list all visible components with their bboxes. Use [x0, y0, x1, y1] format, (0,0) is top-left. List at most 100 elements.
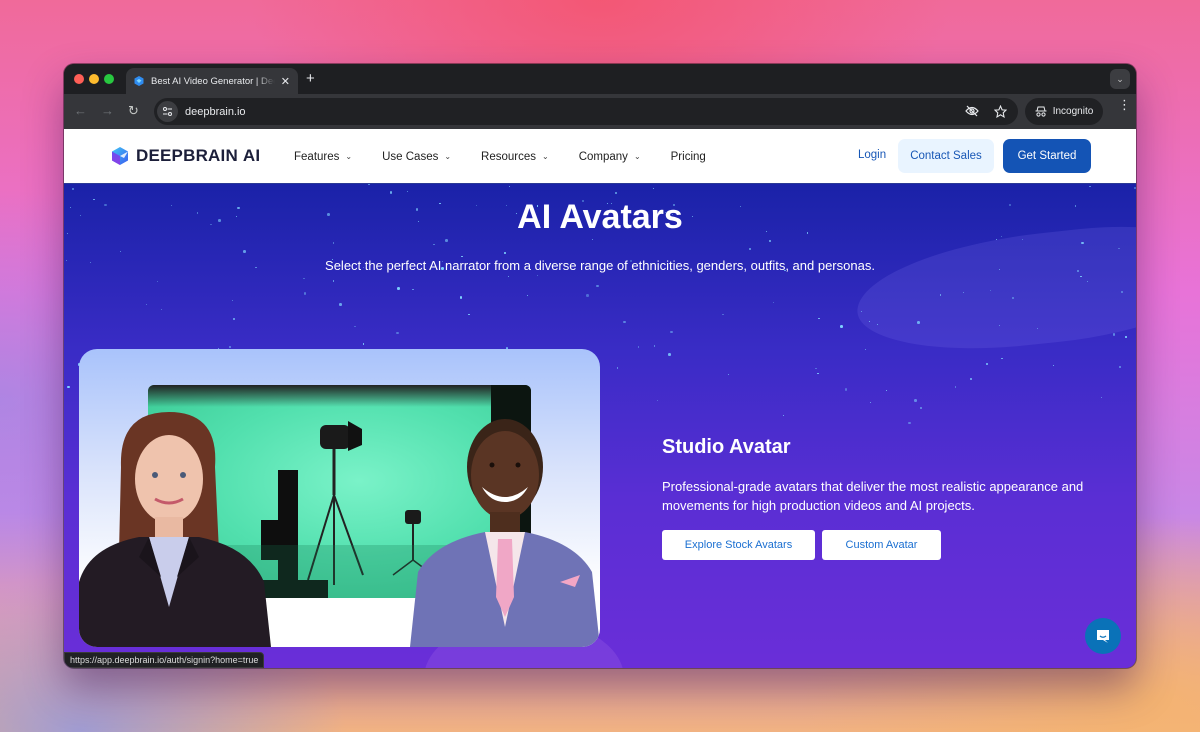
star-dot: [815, 367, 817, 370]
new-tab-button[interactable]: +: [306, 70, 315, 87]
chat-support-button[interactable]: [1085, 618, 1121, 654]
incognito-indicator[interactable]: Incognito: [1025, 98, 1103, 125]
star-dot: [389, 191, 393, 194]
star-dot: [591, 239, 593, 241]
section-description: Professional-grade avatars that deliver …: [662, 479, 1084, 513]
star-dot: [954, 386, 956, 388]
status-bar-link-preview: https://app.deepbrain.io/auth/signin?hom…: [64, 652, 265, 668]
star-dot: [433, 243, 435, 245]
star-dot: [508, 186, 510, 188]
star-dot: [526, 294, 528, 296]
chevron-down-icon: ⌄: [444, 152, 452, 161]
star-dot: [1089, 185, 1091, 187]
chevron-down-icon: ⌄: [542, 152, 549, 161]
star-dot: [412, 289, 414, 291]
star-dot: [146, 303, 148, 305]
star-dot: [749, 248, 751, 250]
logo-text: DEEPBRAIN AI: [136, 146, 261, 165]
star-dot: [772, 301, 774, 304]
nav-label: Pricing: [670, 150, 706, 163]
star-dot: [468, 313, 470, 315]
nav-use-cases[interactable]: Use Cases ⌄: [382, 151, 451, 163]
deepbrain-logo[interactable]: DEEPBRAIN AI: [110, 146, 260, 166]
star-dot: [885, 390, 888, 392]
star-dot: [396, 331, 399, 335]
studio-avatar-image: [79, 349, 600, 647]
close-tab-icon[interactable]: ✕: [281, 75, 290, 88]
web-page: DEEPBRAIN AI Features ⌄ Use Cases ⌄ Reso…: [64, 129, 1136, 668]
bookmark-star-icon[interactable]: [992, 103, 1008, 119]
chevron-down-icon: ⌄: [633, 152, 641, 161]
nav-label: Use Cases: [382, 150, 439, 163]
star-dot: [504, 252, 506, 254]
star-dot: [229, 346, 231, 348]
star-dot: [332, 242, 334, 244]
explore-stock-avatars-button[interactable]: Explore Stock Avatars: [662, 530, 815, 560]
star-dot: [397, 287, 400, 290]
incognito-icon: [1035, 106, 1047, 117]
custom-avatar-button[interactable]: Custom Avatar: [822, 530, 941, 560]
star-dot: [303, 277, 305, 279]
tab-strip: Best AI Video Generator | Deepbrain AI ✕…: [64, 64, 1136, 94]
decorative-wave: [851, 215, 1136, 363]
browser-menu-button[interactable]: ⋮: [1118, 98, 1131, 111]
hero-subtitle: Select the perfect AI narrator from a di…: [325, 258, 875, 273]
close-window-button[interactable]: [74, 74, 84, 84]
back-button[interactable]: ←: [74, 103, 87, 118]
browser-window: Best AI Video Generator | Deepbrain AI ✕…: [64, 64, 1136, 668]
tab-search-button[interactable]: ⌄: [1110, 69, 1130, 89]
chat-icon: [1097, 630, 1109, 643]
star-dot: [586, 294, 589, 297]
nav-pricing[interactable]: Pricing: [671, 151, 706, 163]
star-dot: [782, 414, 785, 416]
star-dot: [354, 325, 356, 328]
star-dot: [864, 348, 867, 351]
nav-company[interactable]: Company ⌄: [579, 151, 641, 163]
incognito-label: Incognito: [1052, 106, 1094, 117]
nav-resources[interactable]: Resources ⌄: [481, 151, 549, 163]
contact-sales-button[interactable]: Contact Sales: [898, 139, 994, 173]
nav-features[interactable]: Features ⌄: [294, 151, 352, 163]
star-dot: [840, 325, 843, 328]
tracking-protection-eye-off-icon[interactable]: [964, 103, 980, 119]
chevron-down-icon: ⌄: [345, 152, 353, 161]
star-dot: [653, 345, 656, 347]
star-dot: [727, 373, 730, 375]
star-dot: [768, 239, 772, 243]
star-dot: [670, 330, 673, 334]
login-link[interactable]: Login: [858, 149, 886, 161]
male-avatar: [410, 419, 600, 647]
tune-icon: [163, 107, 172, 116]
star-dot: [1119, 366, 1121, 368]
star-dot: [616, 367, 618, 369]
hero-title: AI Avatars: [517, 198, 683, 236]
browser-tab-active[interactable]: Best AI Video Generator | Deepbrain AI ✕: [126, 68, 298, 94]
nav-label: Resources: [481, 150, 537, 163]
site-info-button[interactable]: [157, 101, 178, 122]
star-dot: [156, 280, 158, 283]
reload-button[interactable]: ↻: [128, 103, 139, 119]
maximize-window-button[interactable]: [104, 74, 114, 84]
star-dot: [596, 284, 599, 288]
star-dot: [72, 188, 74, 190]
female-avatar: [79, 412, 271, 647]
star-dot: [119, 251, 122, 253]
star-dot: [969, 377, 973, 381]
star-dot: [615, 192, 617, 194]
get-started-button[interactable]: Get Started: [1003, 139, 1091, 173]
browser-toolbar: ← → ↻ deepbrain.io Incognito ⋮: [64, 94, 1136, 129]
star-dot: [653, 188, 655, 190]
star-dot: [623, 320, 626, 324]
minimize-window-button[interactable]: [89, 74, 99, 84]
star-dot: [817, 372, 819, 375]
deepbrain-logo-icon: [112, 147, 128, 165]
address-bar[interactable]: deepbrain.io: [154, 98, 1018, 125]
forward-button[interactable]: →: [101, 103, 114, 118]
star-dot: [722, 313, 724, 315]
star-dot: [1052, 364, 1055, 367]
star-dot: [243, 250, 246, 253]
star-dot: [445, 239, 448, 242]
deepbrain-favicon-icon: [134, 76, 144, 86]
nav-label: Features: [294, 150, 340, 163]
url-text[interactable]: deepbrain.io: [185, 106, 246, 118]
